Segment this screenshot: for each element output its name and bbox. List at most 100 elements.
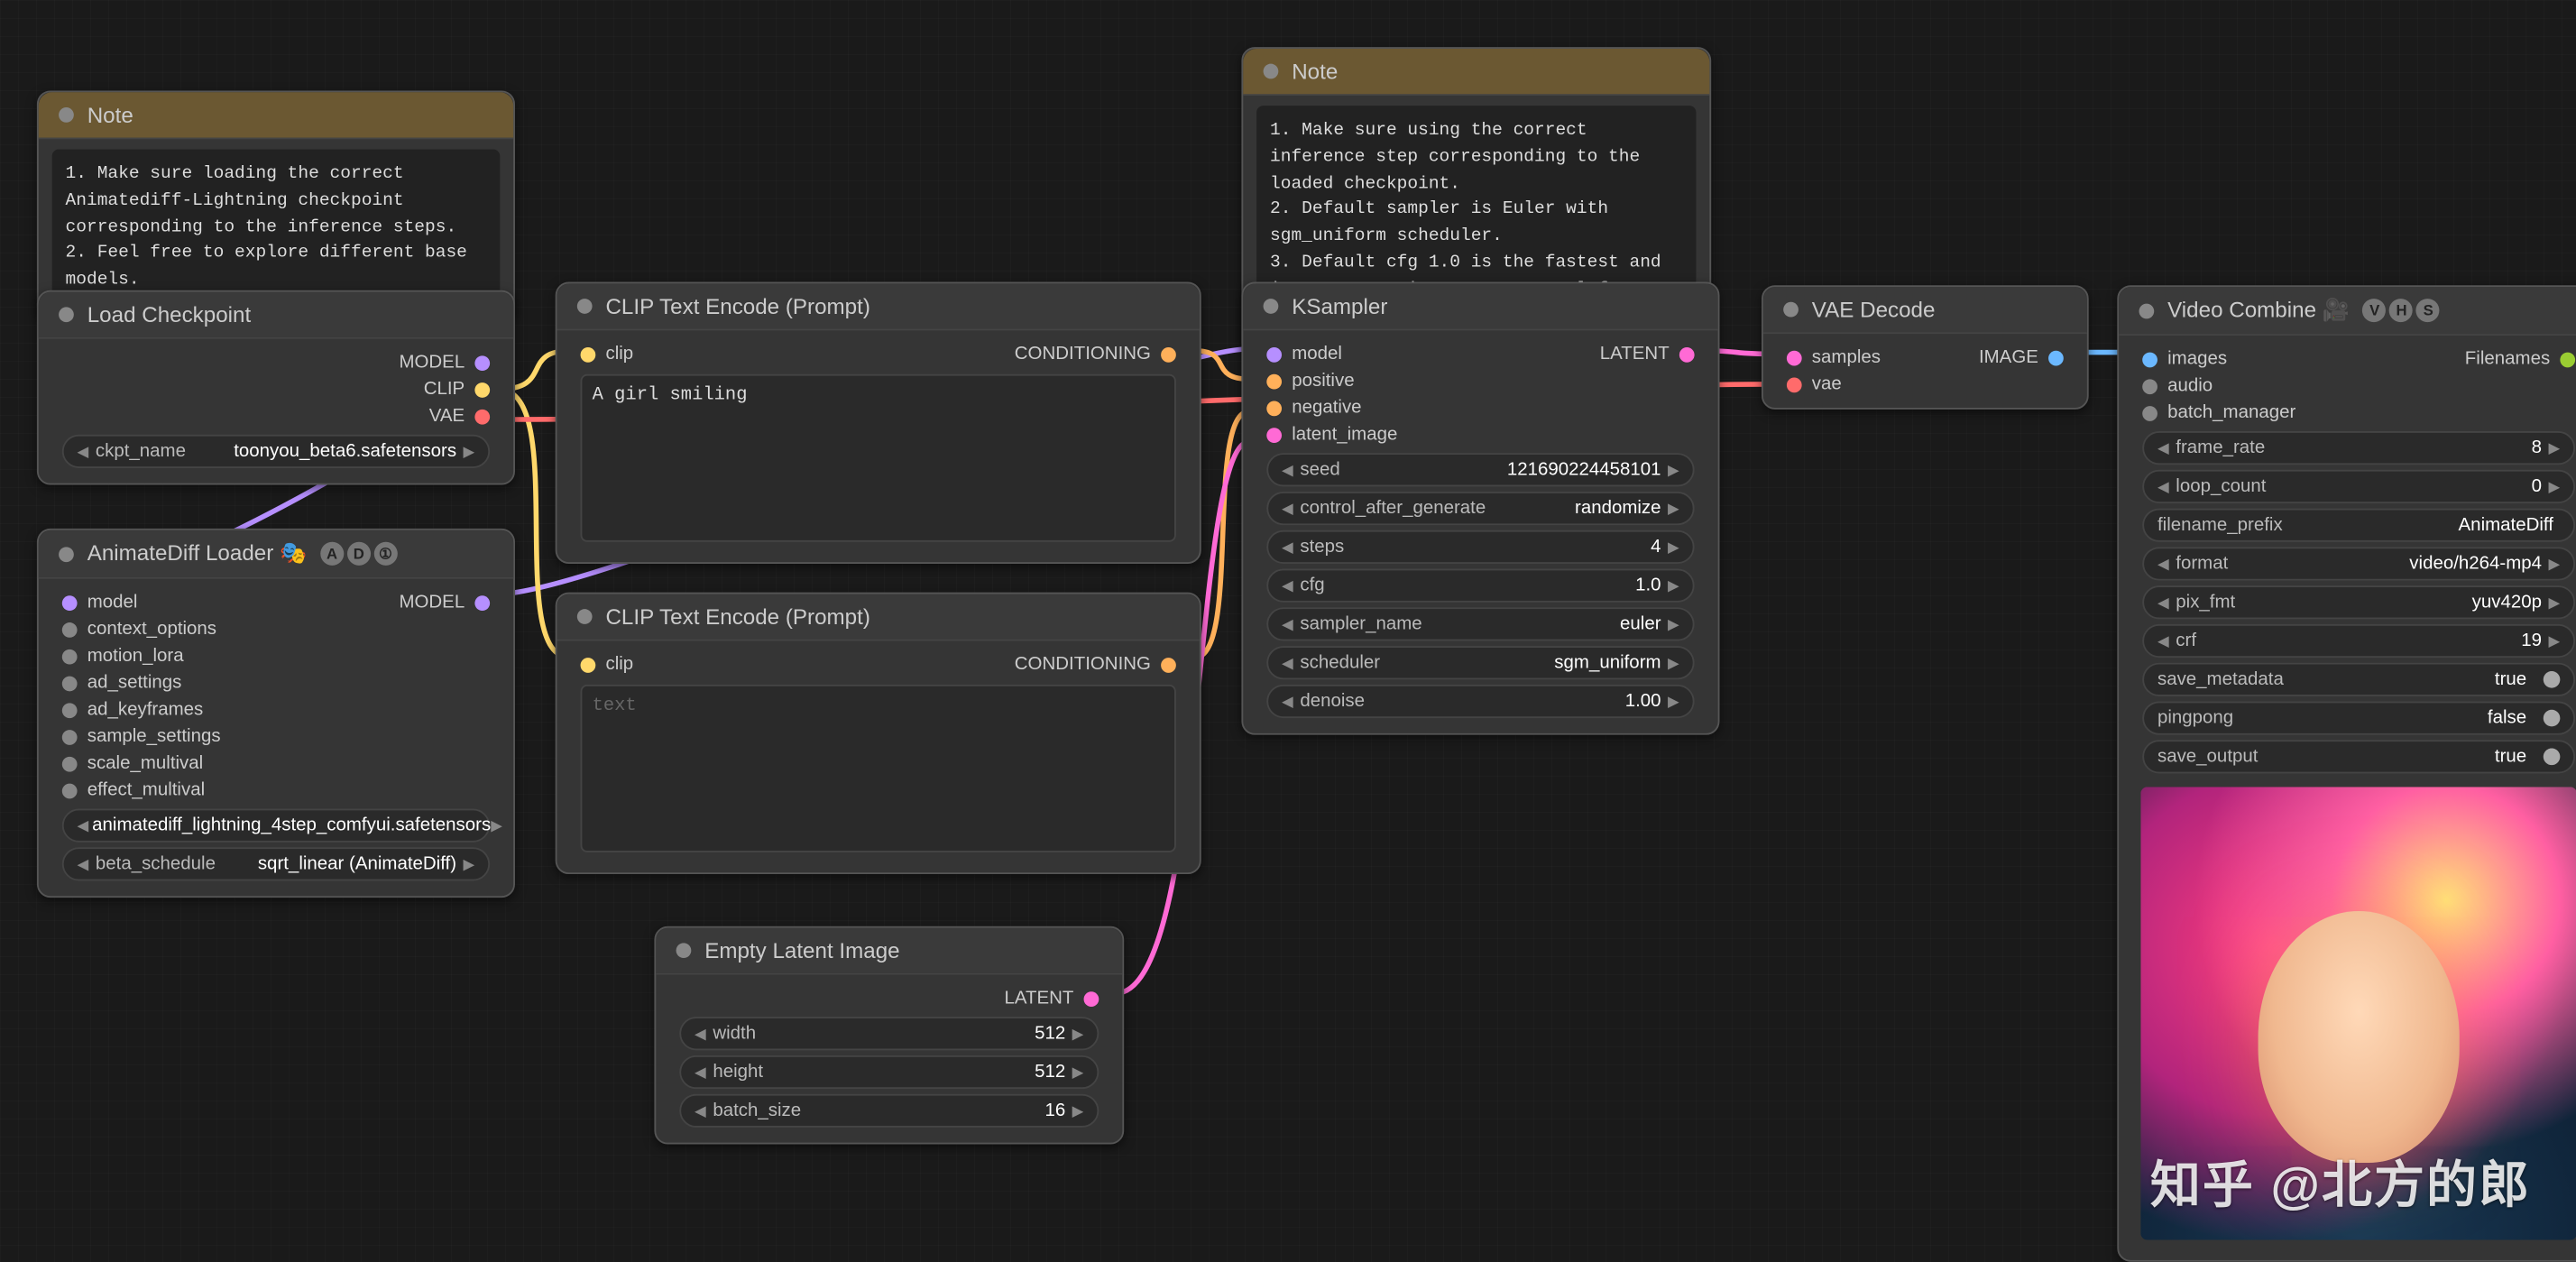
node-header[interactable]: Empty Latent Image: [656, 928, 1122, 975]
prev-icon[interactable]: ◀: [1282, 653, 1293, 671]
input-ad-settings[interactable]: ad_settings: [52, 669, 501, 696]
prev-icon[interactable]: ◀: [1282, 499, 1293, 517]
next-icon[interactable]: ▶: [1668, 538, 1679, 556]
animatediff-loader-node[interactable]: AnimateDiff Loader 🎭 AD① model MODEL con…: [37, 529, 515, 898]
width-widget[interactable]: ◀width512▶: [679, 1017, 1099, 1050]
prev-icon[interactable]: ◀: [2157, 477, 2169, 495]
control-widget[interactable]: ◀control_after_generaterandomize▶: [1266, 492, 1694, 525]
next-icon[interactable]: ▶: [2548, 555, 2560, 573]
node-header[interactable]: CLIP Text Encode (Prompt): [557, 283, 1200, 330]
ksampler-node[interactable]: KSampler model LATENT positive negative …: [1241, 281, 1719, 734]
crf-widget[interactable]: ◀crf19▶: [2142, 624, 2575, 658]
denoise-widget[interactable]: ◀denoise1.00▶: [1266, 685, 1694, 718]
collapse-icon[interactable]: [577, 609, 593, 624]
height-widget[interactable]: ◀height512▶: [679, 1055, 1099, 1089]
next-icon[interactable]: ▶: [1072, 1101, 1084, 1119]
output-latent[interactable]: LATENT: [669, 985, 1109, 1012]
next-icon[interactable]: ▶: [1072, 1025, 1084, 1043]
beta-schedule-widget[interactable]: ◀ beta_schedule sqrt_linear (AnimateDiff…: [62, 847, 490, 880]
sampler-widget[interactable]: ◀sampler_nameeuler▶: [1266, 607, 1694, 640]
prev-icon[interactable]: ◀: [695, 1063, 706, 1081]
next-icon[interactable]: ▶: [464, 855, 475, 873]
clip-text-encode-negative[interactable]: CLIP Text Encode (Prompt) clip CONDITION…: [556, 593, 1201, 874]
output-clip[interactable]: CLIP: [52, 376, 501, 403]
format-widget[interactable]: ◀formatvideo/h264-mp4▶: [2142, 547, 2575, 580]
node-header[interactable]: Load Checkpoint: [39, 292, 513, 339]
collapse-icon[interactable]: [59, 107, 74, 123]
collapse-icon[interactable]: [59, 307, 74, 322]
node-header[interactable]: Note: [39, 92, 513, 139]
scheduler-widget[interactable]: ◀schedulersgm_uniform▶: [1266, 646, 1694, 679]
next-icon[interactable]: ▶: [1668, 461, 1679, 479]
next-icon[interactable]: ▶: [2548, 477, 2560, 495]
prev-icon[interactable]: ◀: [2157, 631, 2169, 649]
prev-icon[interactable]: ◀: [2157, 438, 2169, 456]
prev-icon[interactable]: ◀: [1282, 461, 1293, 479]
node-header[interactable]: Video Combine 🎥 VHS: [2119, 287, 2576, 336]
input-audio[interactable]: audio: [2132, 373, 2576, 400]
prev-icon[interactable]: ◀: [1282, 692, 1293, 710]
collapse-icon[interactable]: [59, 546, 74, 561]
ckpt-name-widget[interactable]: ◀ ckpt_name toonyou_beta6.safetensors ▶: [62, 435, 490, 468]
model-name-widget[interactable]: ◀ model_name animatediff_lightning_4step…: [62, 809, 490, 843]
node-header[interactable]: Note: [1243, 49, 1709, 96]
steps-widget[interactable]: ◀steps4▶: [1266, 530, 1694, 564]
collapse-icon[interactable]: [1264, 64, 1279, 79]
collapse-icon[interactable]: [1264, 299, 1279, 314]
next-icon[interactable]: ▶: [464, 442, 475, 460]
prev-icon[interactable]: ◀: [2157, 555, 2169, 573]
video-combine-node[interactable]: Video Combine 🎥 VHS images Filenames aud…: [2117, 285, 2576, 1262]
next-icon[interactable]: ▶: [1668, 615, 1679, 633]
batch-widget[interactable]: ◀batch_size16▶: [679, 1094, 1099, 1128]
next-icon[interactable]: ▶: [2548, 438, 2560, 456]
output-model[interactable]: MODEL: [52, 349, 501, 376]
input-sample-settings[interactable]: sample_settings: [52, 723, 501, 751]
input-negative[interactable]: negative: [1256, 394, 1705, 421]
next-icon[interactable]: ▶: [1072, 1063, 1084, 1081]
input-vae[interactable]: vae: [1777, 371, 2074, 398]
node-header[interactable]: AnimateDiff Loader 🎭 AD①: [39, 530, 513, 579]
prev-icon[interactable]: ◀: [78, 855, 89, 873]
prev-icon[interactable]: ◀: [78, 816, 89, 834]
next-icon[interactable]: ▶: [1668, 653, 1679, 671]
prev-icon[interactable]: ◀: [695, 1025, 706, 1043]
input-positive[interactable]: positive: [1256, 367, 1705, 394]
input-context[interactable]: context_options: [52, 616, 501, 643]
prev-icon[interactable]: ◀: [2157, 594, 2169, 612]
node-header[interactable]: CLIP Text Encode (Prompt): [557, 594, 1200, 640]
pingpong-toggle[interactable]: pingpongfalse: [2142, 701, 2575, 734]
next-icon[interactable]: ▶: [1668, 692, 1679, 710]
input-motion-lora[interactable]: motion_lora: [52, 642, 501, 669]
next-icon[interactable]: ▶: [2548, 631, 2560, 649]
seed-widget[interactable]: ◀seed121690224458101▶: [1266, 453, 1694, 486]
node-header[interactable]: KSampler: [1243, 283, 1717, 330]
load-checkpoint-node[interactable]: Load Checkpoint MODEL CLIP VAE ◀ ckpt_na…: [37, 290, 515, 485]
prev-icon[interactable]: ◀: [78, 442, 89, 460]
prompt-textarea[interactable]: text: [581, 685, 1176, 852]
prev-icon[interactable]: ◀: [695, 1101, 706, 1119]
collapse-icon[interactable]: [1783, 302, 1799, 318]
vae-decode-node[interactable]: VAE Decode samples IMAGE vae: [1762, 285, 2089, 410]
next-icon[interactable]: ▶: [491, 816, 502, 834]
next-icon[interactable]: ▶: [1668, 576, 1679, 594]
frame-rate-widget[interactable]: ◀frame_rate8▶: [2142, 431, 2575, 465]
output-vae[interactable]: VAE: [52, 402, 501, 429]
clip-text-encode-positive[interactable]: CLIP Text Encode (Prompt) clip CONDITION…: [556, 281, 1201, 563]
note-node-1[interactable]: Note 1. Make sure loading the correct An…: [37, 90, 515, 319]
prefix-widget[interactable]: filename_prefixAnimateDiff: [2142, 509, 2575, 542]
input-batch-manager[interactable]: batch_manager: [2132, 400, 2576, 427]
input-scale-multival[interactable]: scale_multival: [52, 750, 501, 777]
prev-icon[interactable]: ◀: [1282, 538, 1293, 556]
collapse-icon[interactable]: [2139, 303, 2155, 318]
input-effect-multival[interactable]: effect_multival: [52, 777, 501, 804]
prev-icon[interactable]: ◀: [1282, 576, 1293, 594]
next-icon[interactable]: ▶: [2548, 594, 2560, 612]
save-meta-toggle[interactable]: save_metadatatrue: [2142, 663, 2575, 696]
collapse-icon[interactable]: [577, 299, 593, 314]
pixfmt-widget[interactable]: ◀pix_fmtyuv420p▶: [2142, 585, 2575, 619]
cfg-widget[interactable]: ◀cfg1.0▶: [1266, 569, 1694, 603]
input-ad-keyframes[interactable]: ad_keyframes: [52, 696, 501, 723]
prompt-textarea[interactable]: A girl smiling: [581, 374, 1176, 542]
next-icon[interactable]: ▶: [1668, 499, 1679, 517]
loop-count-widget[interactable]: ◀loop_count0▶: [2142, 470, 2575, 503]
